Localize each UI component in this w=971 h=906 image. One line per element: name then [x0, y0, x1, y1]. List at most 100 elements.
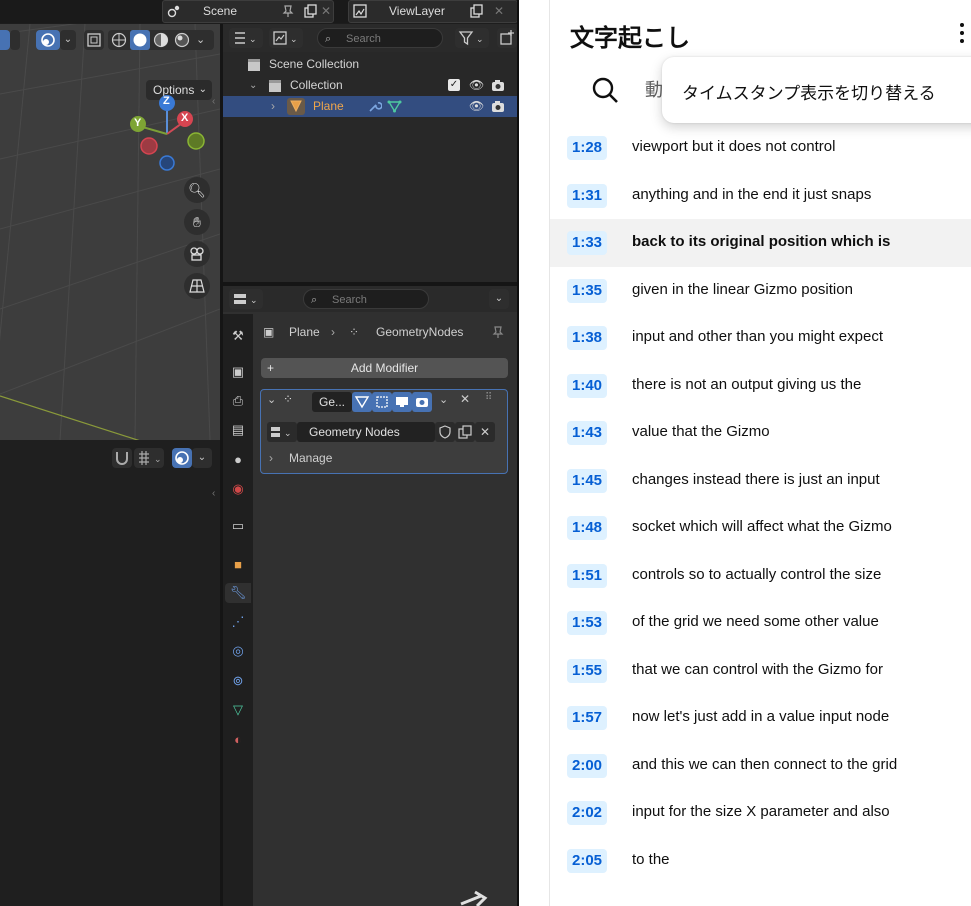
pin-icon[interactable] [281, 4, 295, 18]
transcript-segment[interactable]: 1:31 anything and in the end it just snap… [550, 172, 971, 220]
transcript-segment[interactable]: 1:51 controls so to actually control the … [550, 552, 971, 600]
output-tab-icon[interactable]: ⎙ [228, 391, 248, 411]
display-mode-dropdown[interactable]: ⌄ [269, 28, 303, 48]
transcript-segment[interactable]: 1:53 of the grid we need some other value [550, 599, 971, 647]
transcript-segment[interactable]: 2:05 to the [550, 837, 971, 885]
perspective-grid-icon[interactable] [184, 273, 210, 299]
object-tab-icon[interactable]: ■ [228, 554, 248, 574]
editor-type-dropdown[interactable]: ⌄ [229, 289, 263, 309]
overlay-toggle[interactable] [36, 30, 60, 50]
editor-type-dropdown[interactable]: ⌄ [229, 28, 263, 48]
scene-tab-icon[interactable]: ● [228, 449, 248, 469]
close-icon[interactable]: ✕ [475, 422, 495, 442]
transcript-segment[interactable]: 1:33 back to its original position which … [550, 219, 971, 267]
segment-timestamp[interactable]: 1:28 [567, 136, 608, 160]
segment-timestamp[interactable]: 2:02 [567, 801, 608, 825]
transcript-search-input[interactable]: 動 [645, 76, 663, 102]
segment-timestamp[interactable]: 1:33 [567, 231, 608, 255]
transcript-segment[interactable]: 1:48 socket which will affect what the Gi… [550, 504, 971, 552]
collapse-arrow-icon[interactable]: ‹ [212, 488, 215, 499]
chevron-down-icon[interactable]: ⌄ [489, 289, 509, 309]
segment-timestamp[interactable]: 1:55 [567, 658, 608, 683]
manage-subpanel-header[interactable]: › Manage [267, 448, 497, 468]
duplicate-icon[interactable] [469, 4, 483, 18]
segment-timestamp[interactable]: 1:48 [567, 516, 608, 540]
viewport-display-toggle[interactable] [392, 392, 412, 412]
segment-timestamp[interactable]: 1:38 [567, 326, 608, 350]
outliner-search-input[interactable]: ⌕ Search [317, 28, 443, 48]
segment-timestamp[interactable]: 1:51 [567, 563, 608, 588]
solid-shading-icon[interactable] [130, 30, 150, 50]
duplicate-icon[interactable] [303, 4, 317, 18]
constraints-tab-icon[interactable]: ⊚ [228, 671, 248, 691]
segment-timestamp[interactable]: 1:43 [567, 421, 608, 445]
scene-selector[interactable]: Scene ✕ [162, 0, 334, 23]
close-icon[interactable]: ✕ [321, 1, 331, 22]
edit-mode-toggle[interactable] [352, 392, 372, 412]
proportional-edit-icon[interactable] [172, 448, 192, 468]
transform-toggle[interactable] [0, 30, 10, 50]
collapse-arrow-icon[interactable]: ‹ [212, 96, 215, 107]
chevron-down-icon[interactable]: ⌄ [196, 30, 205, 50]
transcript-segment[interactable]: 1:38 input and other than you might expec… [550, 314, 971, 362]
collection-tab-icon[interactable]: ▭ [228, 516, 248, 536]
snap-target-dropdown[interactable]: ⌄ [134, 448, 164, 468]
physics-tab-icon[interactable]: ◎ [228, 641, 248, 661]
shading-modes[interactable]: ⌄ [108, 30, 214, 50]
properties-search-input[interactable]: ⌕ Search [303, 289, 429, 309]
on-cage-toggle[interactable] [372, 392, 392, 412]
segment-timestamp[interactable]: 1:40 [567, 373, 608, 398]
filter-dropdown[interactable]: ⌄ [455, 28, 489, 48]
add-modifier-button[interactable]: + Add Modifier [261, 358, 508, 378]
node-group-field[interactable]: Geometry Nodes [297, 422, 435, 442]
transcript-segment[interactable]: 2:02 input for the size X parameter and a… [550, 789, 971, 837]
more-options-icon[interactable] [952, 20, 971, 46]
checkbox-icon[interactable]: ✓ [448, 79, 460, 91]
segment-timestamp[interactable]: 2:00 [567, 753, 608, 778]
node-group-type-dropdown[interactable]: ⌄ [267, 422, 297, 442]
chevron-down-icon[interactable]: ⌄ [439, 393, 448, 406]
segment-timestamp[interactable]: 1:35 [567, 278, 608, 303]
particles-tab-icon[interactable]: ⋰ [228, 612, 248, 632]
modifier-tab-icon[interactable]: 🔧︎ [225, 583, 251, 603]
new-collection-icon[interactable] [497, 28, 517, 48]
eye-icon[interactable]: 👁︎ [469, 96, 484, 117]
world-tab-icon[interactable]: ◉ [228, 479, 248, 499]
segment-timestamp[interactable]: 1:57 [567, 706, 608, 730]
camera-icon[interactable] [491, 100, 505, 113]
transcript-segment[interactable]: 1:35 given in the linear Gizmo position [550, 267, 971, 315]
render-tab-icon[interactable]: ▣ [228, 362, 248, 382]
chevron-down-icon[interactable]: ⌄ [267, 393, 276, 406]
outliner-row-plane[interactable]: › Plane 👁︎ [223, 96, 517, 117]
close-icon[interactable]: ✕ [494, 1, 504, 22]
toggle-timestamps-menu-item[interactable]: タイムスタンプ表示を切り替える [682, 79, 936, 104]
search-icon[interactable] [590, 75, 620, 105]
segment-timestamp[interactable]: 1:31 [567, 183, 608, 208]
fake-user-icon[interactable] [435, 422, 455, 442]
render-toggle[interactable] [412, 392, 432, 412]
eye-icon[interactable]: 👁︎ [469, 75, 484, 96]
wireframe-shading-icon[interactable] [111, 32, 127, 48]
camera-view-icon[interactable] [184, 241, 210, 267]
rendered-shading-icon[interactable] [174, 32, 190, 48]
outliner-row-scene-collection[interactable]: Scene Collection [223, 54, 517, 75]
chevron-down-icon[interactable]: ⌄ [192, 448, 212, 468]
chevron-down-icon[interactable] [10, 30, 20, 50]
snap-magnet-icon[interactable] [112, 448, 132, 468]
navigation-gizmo[interactable] [125, 92, 215, 172]
duplicate-icon[interactable] [455, 422, 475, 442]
tool-tab-icon[interactable]: ⚒ [228, 326, 248, 346]
transcript-segment[interactable]: 1:55 that we can control with the Gizmo f… [550, 647, 971, 695]
zoom-icon[interactable]: 🔍︎ [184, 177, 210, 203]
view-layer-tab-icon[interactable]: ▤ [228, 420, 248, 440]
material-tab-icon[interactable]: ◐ [228, 729, 248, 749]
transcript-segment[interactable]: 1:40 there is not an output giving us the [550, 362, 971, 410]
segment-timestamp[interactable]: 1:53 [567, 611, 608, 635]
segment-timestamp[interactable]: 2:05 [567, 848, 608, 873]
chevron-down-icon[interactable]: ⌄ [60, 30, 76, 50]
material-shading-icon[interactable] [153, 32, 169, 48]
xray-toggle[interactable] [84, 30, 104, 50]
drag-handle-icon[interactable]: ⠿ [485, 392, 492, 403]
mesh-data-icon[interactable] [387, 99, 402, 114]
modifier-name-field[interactable]: Ge... [312, 392, 352, 412]
